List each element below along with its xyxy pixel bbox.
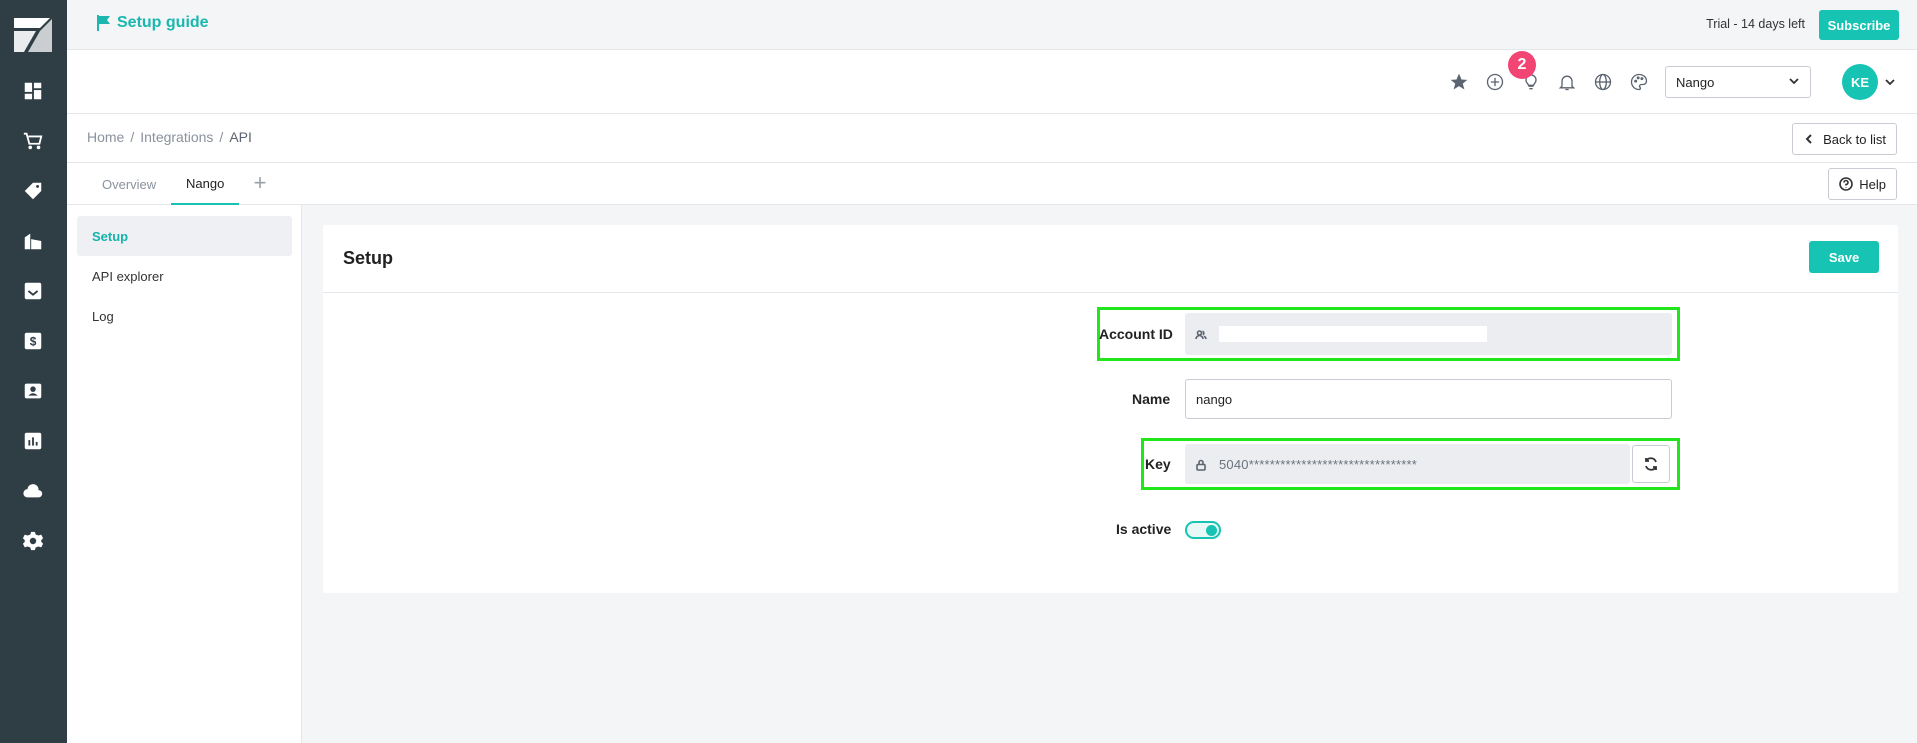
key-label: Key <box>1145 456 1171 472</box>
cart-icon[interactable] <box>20 128 46 154</box>
inbox-icon[interactable] <box>20 278 46 304</box>
bell-icon[interactable] <box>1555 70 1579 94</box>
back-to-list-label: Back to list <box>1823 131 1886 147</box>
organization-select-value: Nango <box>1676 74 1715 90</box>
key-masked-value: 5040******************************** <box>1219 456 1418 472</box>
save-button[interactable]: Save <box>1809 241 1879 273</box>
sidenav-item-api-explorer[interactable]: API explorer <box>77 256 292 296</box>
chart-icon[interactable] <box>20 428 46 454</box>
setup-guide-label: Setup guide <box>117 14 209 31</box>
cloud-icon[interactable] <box>20 478 46 504</box>
globe-icon[interactable] <box>1591 70 1615 94</box>
is-active-toggle[interactable] <box>1185 521 1221 539</box>
trial-status: Trial - 14 days left <box>1706 17 1805 31</box>
users-icon <box>1195 328 1207 340</box>
add-circle-icon[interactable] <box>1483 70 1507 94</box>
svg-text:$: $ <box>30 335 37 349</box>
breadcrumb: Home / Integrations / API <box>87 129 252 145</box>
avatar-chevron-down-icon[interactable] <box>1884 76 1896 88</box>
help-circle-icon <box>1839 177 1854 191</box>
regenerate-key-button[interactable] <box>1632 445 1670 483</box>
help-button[interactable]: Help <box>1828 168 1897 200</box>
setup-title: Setup <box>343 248 394 268</box>
tag-icon[interactable] <box>20 178 46 204</box>
back-to-list-button[interactable]: Back to list <box>1792 123 1897 155</box>
tab-overview[interactable]: Overview <box>87 163 171 205</box>
refresh-icon <box>1645 457 1657 471</box>
breadcrumb-separator: / <box>130 129 135 145</box>
lock-icon <box>1195 458 1207 471</box>
add-tab-icon[interactable]: + <box>249 172 271 195</box>
contact-card-icon[interactable] <box>20 378 46 404</box>
app-logo-icon[interactable] <box>10 10 56 56</box>
breadcrumb-separator: / <box>219 129 224 145</box>
user-avatar[interactable]: KE <box>1842 64 1878 100</box>
account-id-label: Account ID <box>1099 326 1173 342</box>
header-bar: 2 Nango KE <box>67 50 1917 114</box>
toggle-knob <box>1206 525 1217 536</box>
building-icon[interactable] <box>20 228 46 254</box>
settings-gear-icon[interactable] <box>20 528 46 554</box>
breadcrumb-current: API <box>229 129 252 145</box>
notification-badge: 2 <box>1508 51 1536 79</box>
content-area: Setup API explorer Log Setup Save Accoun… <box>67 205 1917 743</box>
dollar-icon[interactable]: $ <box>20 328 46 354</box>
breadcrumb-home[interactable]: Home <box>87 129 124 145</box>
palette-icon[interactable] <box>1627 70 1651 94</box>
chevron-left-icon <box>1805 134 1812 144</box>
setup-card-header: Setup Save <box>323 225 1898 293</box>
star-icon[interactable] <box>1447 70 1471 94</box>
breadcrumb-integrations[interactable]: Integrations <box>140 129 213 145</box>
dashboard-icon[interactable] <box>20 78 46 104</box>
name-input[interactable]: nango <box>1185 379 1672 419</box>
key-field[interactable]: 5040******************************** <box>1185 444 1630 484</box>
subscribe-button[interactable]: Subscribe <box>1819 10 1899 40</box>
setup-card: Setup Save Account ID Name nango Key 504… <box>323 225 1898 593</box>
tab-nango[interactable]: Nango <box>171 163 240 205</box>
chevron-down-icon <box>1789 78 1799 85</box>
breadcrumb-bar: Home / Integrations / API Back to list <box>67 114 1917 163</box>
help-label: Help <box>1859 176 1886 192</box>
flag-icon <box>97 15 110 31</box>
top-bar: Setup guide Trial - 14 days left Subscri… <box>67 0 1917 50</box>
is-active-label: Is active <box>1116 521 1172 537</box>
sidenav-item-log[interactable]: Log <box>77 296 292 336</box>
sidenav-item-setup[interactable]: Setup <box>77 216 292 256</box>
name-label: Name <box>1132 391 1171 407</box>
app-rail: $ <box>0 0 67 743</box>
account-id-field[interactable] <box>1185 313 1672 355</box>
integration-sidenav: Setup API explorer Log <box>67 205 302 743</box>
tab-bar: Overview Nango + Help <box>67 163 1917 205</box>
account-id-masked-value <box>1219 326 1487 342</box>
organization-select[interactable]: Nango <box>1665 66 1811 98</box>
setup-guide-link[interactable]: Setup guide <box>97 14 209 32</box>
